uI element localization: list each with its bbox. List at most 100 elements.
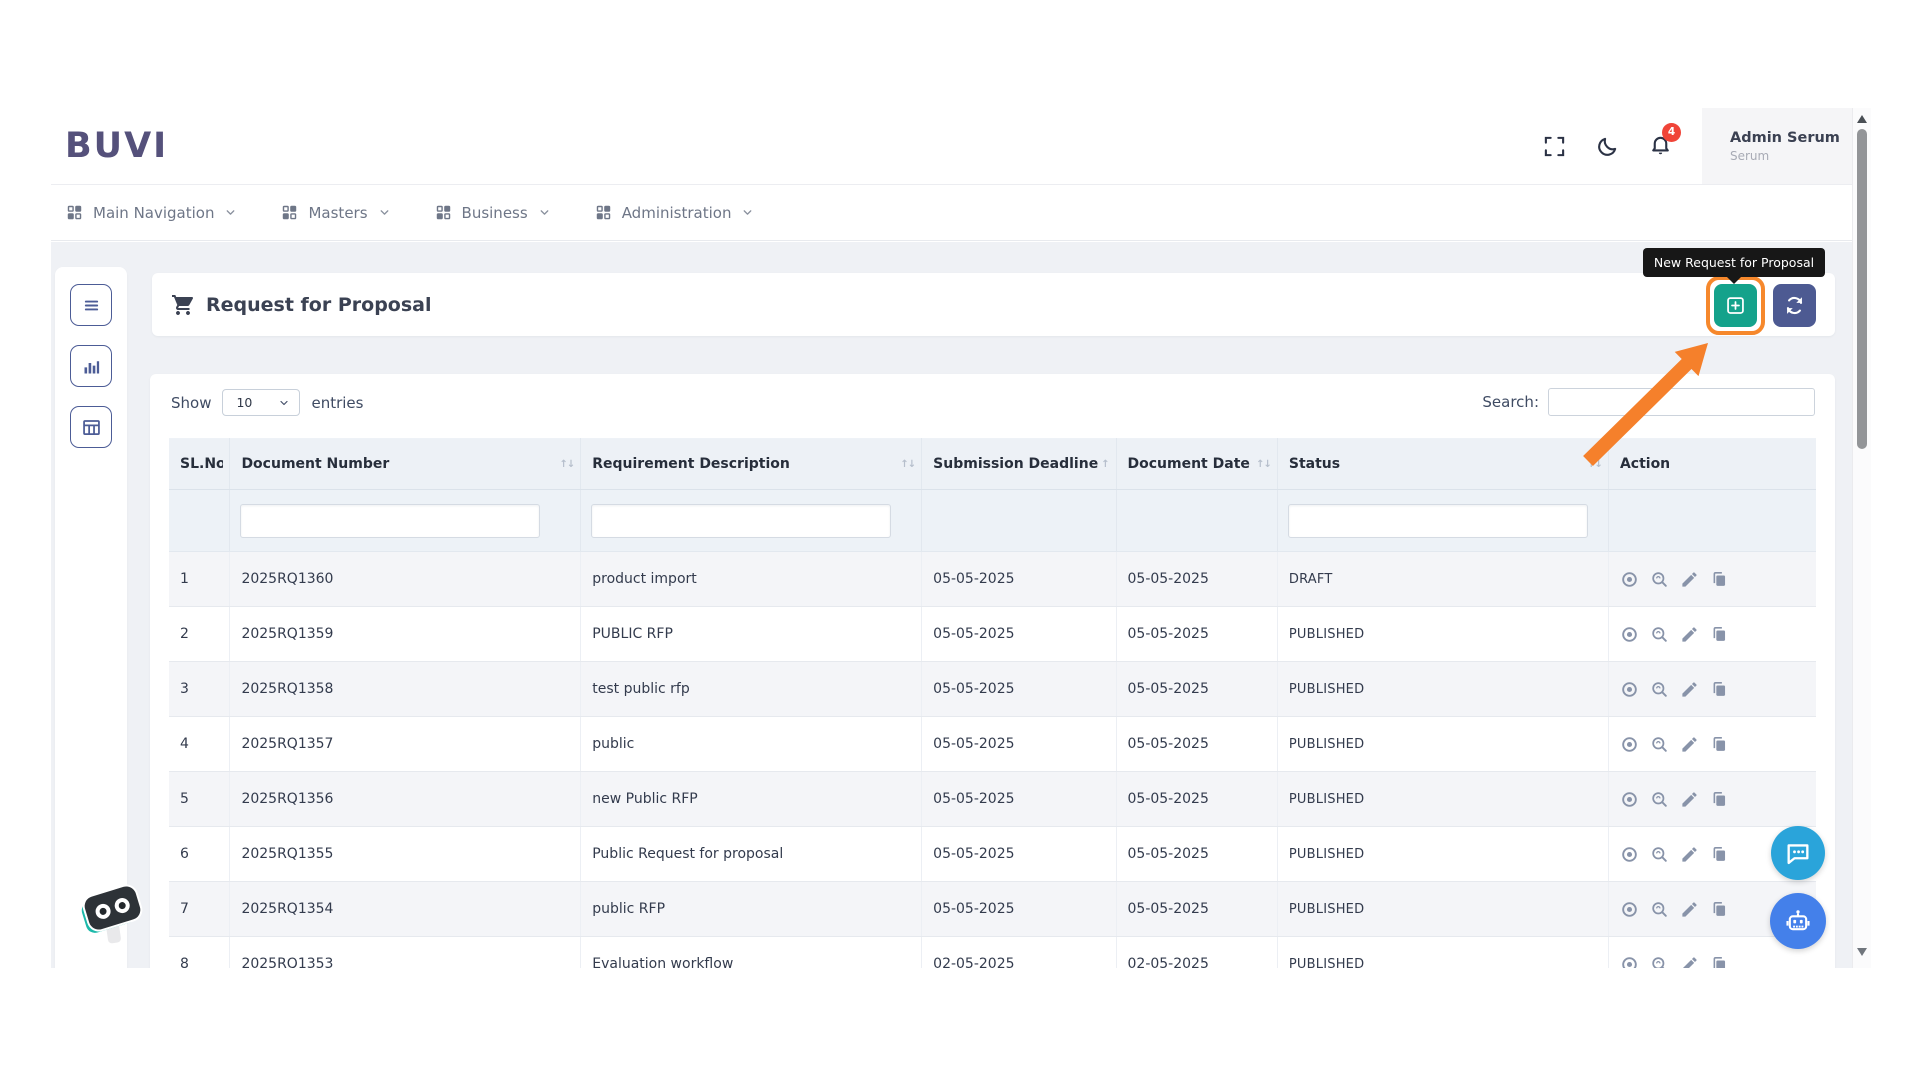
col-header-requirement-description[interactable]: Requirement Description↑↓ (581, 439, 922, 490)
scroll-down-arrow[interactable] (1857, 948, 1867, 956)
edit-icon[interactable] (1680, 955, 1699, 969)
cell-description: public RFP (581, 882, 922, 937)
chevron-down-icon (378, 206, 391, 219)
copy-icon[interactable] (1710, 735, 1729, 754)
menu-toggle-button[interactable] (70, 284, 112, 326)
zoom-icon[interactable] (1650, 570, 1669, 589)
sort-icon: ↑↓ (1256, 459, 1271, 470)
view-icon[interactable] (1620, 955, 1639, 969)
col-header-status[interactable]: Status↑↓ (1277, 439, 1608, 490)
zoom-icon[interactable] (1650, 845, 1669, 864)
refresh-button[interactable] (1773, 284, 1816, 327)
assistant-fab-button[interactable] (1770, 893, 1826, 949)
nav-masters[interactable]: Masters (281, 204, 390, 222)
cell-description: public (581, 717, 922, 772)
table-view-button[interactable] (70, 406, 112, 448)
cell-slno: 2 (169, 607, 230, 662)
filter-description-input[interactable] (591, 504, 891, 538)
chart-view-button[interactable] (70, 345, 112, 387)
cell-actions (1608, 607, 1816, 662)
dark-mode-icon[interactable] (1596, 135, 1619, 158)
view-icon[interactable] (1620, 680, 1639, 699)
col-header-submission-deadline[interactable]: Submission Deadline↑↓ (922, 439, 1116, 490)
cell-submission-deadline: 05-05-2025 (922, 827, 1116, 882)
nav-main-navigation[interactable]: Main Navigation (66, 204, 237, 222)
rfp-table: SL.No↑↓ Document Number↑↓ Requirement De… (169, 438, 1816, 968)
table-layout-icon (81, 417, 102, 438)
nav-business[interactable]: Business (435, 204, 551, 222)
view-icon[interactable] (1620, 900, 1639, 919)
notifications-button[interactable]: 4 (1649, 133, 1672, 160)
page-scrollbar[interactable] (1852, 108, 1871, 968)
page-size-value: 10 (236, 395, 252, 410)
nav-label: Main Navigation (93, 204, 214, 222)
edit-icon[interactable] (1680, 790, 1699, 809)
table-row: 32025RQ1358test public rfp05-05-202505-0… (169, 662, 1816, 717)
cell-submission-deadline: 05-05-2025 (922, 607, 1116, 662)
page-title-card: Request for Proposal (152, 273, 1835, 336)
col-header-slno[interactable]: SL.No↑↓ (169, 439, 230, 490)
side-toolbar (55, 267, 127, 968)
edit-icon[interactable] (1680, 680, 1699, 699)
chevron-down-icon (224, 206, 237, 219)
cell-document-number: 2025RQ1354 (230, 882, 581, 937)
cell-status: DRAFT (1277, 552, 1608, 607)
zoom-icon[interactable] (1650, 735, 1669, 754)
chevron-down-icon (278, 397, 290, 409)
cell-slno: 6 (169, 827, 230, 882)
cell-document-number: 2025RQ1353 (230, 937, 581, 969)
nav-administration[interactable]: Administration (595, 204, 755, 222)
edit-icon[interactable] (1680, 845, 1699, 864)
view-icon[interactable] (1620, 735, 1639, 754)
cell-status: PUBLISHED (1277, 827, 1608, 882)
copy-icon[interactable] (1710, 570, 1729, 589)
cell-status: PUBLISHED (1277, 882, 1608, 937)
zoom-icon[interactable] (1650, 900, 1669, 919)
edit-icon[interactable] (1680, 570, 1699, 589)
cell-document-date: 05-05-2025 (1116, 662, 1277, 717)
chat-fab-button[interactable] (1771, 826, 1825, 880)
filter-status-input[interactable] (1288, 504, 1588, 538)
user-name: Admin Serum (1730, 130, 1852, 146)
copy-icon[interactable] (1710, 625, 1729, 644)
scroll-up-arrow[interactable] (1857, 115, 1867, 123)
cell-slno: 1 (169, 552, 230, 607)
scrollbar-thumb[interactable] (1857, 129, 1867, 449)
nav-label: Business (462, 204, 528, 222)
filter-document-number-input[interactable] (240, 504, 540, 538)
copy-icon[interactable] (1710, 790, 1729, 809)
copy-icon[interactable] (1710, 900, 1729, 919)
table-row: 72025RQ1354public RFP05-05-202505-05-202… (169, 882, 1816, 937)
fullscreen-icon[interactable] (1543, 135, 1566, 158)
edit-icon[interactable] (1680, 900, 1699, 919)
cell-description: product import (581, 552, 922, 607)
zoom-icon[interactable] (1650, 955, 1669, 969)
zoom-icon[interactable] (1650, 680, 1669, 699)
view-icon[interactable] (1620, 845, 1639, 864)
cell-document-number: 2025RQ1356 (230, 772, 581, 827)
grid-icon (595, 204, 612, 221)
col-header-document-date[interactable]: Document Date↑↓ (1116, 439, 1277, 490)
view-icon[interactable] (1620, 625, 1639, 644)
main-menu-bar: Main Navigation Masters Business Adminis… (51, 185, 1852, 241)
view-icon[interactable] (1620, 790, 1639, 809)
copy-icon[interactable] (1710, 845, 1729, 864)
page-content: Request for Proposal New Request for Pro… (51, 242, 1852, 968)
show-label: Show (171, 394, 211, 412)
copy-icon[interactable] (1710, 955, 1729, 969)
search-input[interactable] (1548, 388, 1815, 416)
user-profile[interactable]: Admin Serum Serum (1702, 108, 1852, 184)
copy-icon[interactable] (1710, 680, 1729, 699)
page-size-select[interactable]: 10 (222, 389, 300, 416)
cell-description: Public Request for proposal (581, 827, 922, 882)
edit-icon[interactable] (1680, 625, 1699, 644)
table-row: 52025RQ1356new Public RFP05-05-202505-05… (169, 772, 1816, 827)
view-icon[interactable] (1620, 570, 1639, 589)
col-header-document-number[interactable]: Document Number↑↓ (230, 439, 581, 490)
zoom-icon[interactable] (1650, 790, 1669, 809)
zoom-icon[interactable] (1650, 625, 1669, 644)
edit-icon[interactable] (1680, 735, 1699, 754)
sort-icon: ↑↓ (1587, 459, 1602, 470)
sort-icon: ↑↓ (900, 459, 915, 470)
chatbot-mascot[interactable] (80, 886, 146, 952)
